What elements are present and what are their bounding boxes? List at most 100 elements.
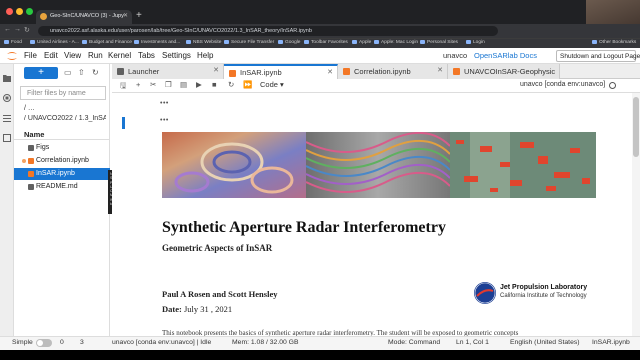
interferogram-image-2 bbox=[306, 132, 450, 198]
tab-unavco-geophysics[interactable]: UNAVCOInSAR-Geophysic bbox=[448, 64, 560, 79]
close-tab-icon[interactable]: ✕ bbox=[327, 68, 333, 76]
upload-icon[interactable]: ⇧ bbox=[78, 68, 85, 77]
spellcheck-language[interactable]: English (United States) bbox=[510, 339, 580, 346]
refresh-icon[interactable]: ↻ bbox=[92, 68, 99, 77]
forward-icon[interactable]: → bbox=[14, 26, 21, 33]
notebook-icon bbox=[28, 158, 34, 164]
run-all-icon[interactable]: ⏩ bbox=[243, 80, 252, 89]
commands-icon[interactable] bbox=[3, 114, 11, 122]
bookmark-item[interactable]: Personal Sites bbox=[420, 40, 458, 45]
kernel-status-icon bbox=[609, 82, 616, 89]
bookmark-item[interactable]: Toolbar Favorites bbox=[304, 40, 348, 45]
notebook-icon bbox=[343, 68, 350, 75]
bookmark-item[interactable]: Apple bbox=[352, 40, 371, 45]
menu-tabs[interactable]: Tabs bbox=[138, 51, 155, 60]
url-text: unavco2022.asf.alaska.edu/user/parosen/l… bbox=[50, 28, 312, 34]
file-name: Figs bbox=[36, 144, 50, 151]
terminals-count[interactable]: 0 bbox=[60, 339, 64, 346]
notebook-icon bbox=[28, 171, 34, 177]
new-folder-icon[interactable]: ▭ bbox=[64, 68, 72, 77]
new-launcher-button[interactable]: + bbox=[24, 67, 58, 79]
file-row-figs[interactable]: Figs bbox=[14, 142, 110, 154]
restart-icon[interactable]: ↻ bbox=[228, 80, 234, 89]
breadcrumb-root[interactable]: / … bbox=[24, 105, 35, 112]
launcher-icon bbox=[117, 68, 124, 75]
server-name: unavco bbox=[443, 51, 468, 60]
tab-label: Correlation.ipynb bbox=[354, 67, 411, 76]
opensarlab-docs-link[interactable]: OpenSARlab Docs bbox=[474, 51, 537, 60]
folder-icon bbox=[28, 145, 34, 151]
menu-run[interactable]: Run bbox=[88, 51, 103, 60]
breadcrumb-path[interactable]: / UNAVCO2022 / 1.3_InSA bbox=[24, 115, 106, 122]
scrollbar-thumb[interactable] bbox=[633, 97, 639, 157]
close-tab-icon[interactable]: ✕ bbox=[213, 66, 219, 74]
browser-tab-title: Geo-SInC/UNAVCO (3) - Jupy bbox=[50, 13, 124, 19]
jpl-subtitle: California Institute of Technology bbox=[500, 293, 587, 299]
name-column-header[interactable]: Name bbox=[14, 128, 110, 140]
copy-icon[interactable]: ❐ bbox=[165, 80, 172, 89]
cursor-position[interactable]: Ln 1, Col 1 bbox=[456, 339, 489, 346]
new-tab-icon[interactable]: + bbox=[136, 10, 142, 22]
cut-icon[interactable]: ✂ bbox=[150, 80, 156, 89]
file-row-correlation[interactable]: Correlation.ipynb bbox=[14, 155, 110, 167]
close-tab-icon[interactable]: ✕ bbox=[437, 66, 443, 74]
shutdown-logout-button[interactable]: Shutdown and Logout Page bbox=[556, 50, 640, 62]
stop-icon[interactable]: ■ bbox=[212, 80, 217, 89]
bookmark-item[interactable]: NBS Website bbox=[186, 40, 221, 45]
run-icon[interactable]: ▶ bbox=[196, 80, 202, 89]
kernel-status[interactable]: unavco [conda env:unavco] | Idle bbox=[112, 339, 211, 346]
bookmark-item[interactable]: Investments and... bbox=[134, 40, 180, 45]
notebook-title: Synthetic Aperture Radar Interferometry bbox=[162, 219, 446, 236]
bookmark-item[interactable]: Budget and Finance bbox=[82, 40, 132, 45]
menu-edit[interactable]: Edit bbox=[44, 51, 58, 60]
running-icon[interactable] bbox=[3, 94, 11, 102]
close-tab-icon[interactable]: ✕ bbox=[123, 12, 128, 19]
bookmark-item[interactable]: Apple: Mac Login bbox=[374, 40, 418, 45]
collapsed-cell[interactable]: ••• bbox=[160, 100, 169, 107]
file-name: README.md bbox=[36, 183, 78, 190]
kernels-count[interactable]: 3 bbox=[80, 339, 84, 346]
running-dot-icon bbox=[22, 159, 26, 163]
simple-mode-label: Simple bbox=[12, 339, 33, 346]
bookmark-item[interactable]: Google bbox=[278, 40, 300, 45]
tab-launcher[interactable]: Launcher ✕ bbox=[112, 64, 224, 79]
back-icon[interactable]: ← bbox=[4, 26, 11, 33]
tabs-icon[interactable] bbox=[3, 134, 11, 142]
file-name: InSAR.ipynb bbox=[36, 170, 75, 177]
menu-kernel[interactable]: Kernel bbox=[108, 51, 131, 60]
file-row-insar[interactable]: InSAR.ipynb bbox=[14, 168, 110, 180]
bookmark-item[interactable]: United Airlines - A... bbox=[30, 40, 79, 45]
bookmark-item[interactable]: Food bbox=[4, 40, 22, 45]
interferogram-image-1 bbox=[162, 132, 306, 198]
bookmark-item[interactable]: Login bbox=[466, 40, 485, 45]
menu-settings[interactable]: Settings bbox=[162, 51, 191, 60]
tab-label: InSAR.ipynb bbox=[240, 68, 282, 77]
date-line: Date: July 31 , 2021 bbox=[162, 304, 233, 314]
left-sidebar-tabs bbox=[0, 64, 14, 336]
bookmark-item[interactable]: Other Bookmarks bbox=[592, 40, 636, 45]
paste-icon[interactable]: ▤ bbox=[180, 80, 187, 89]
tab-insar[interactable]: InSAR.ipynb ✕ bbox=[224, 64, 338, 79]
save-icon[interactable]: 🖫 bbox=[120, 80, 126, 93]
file-row-readme[interactable]: README.md bbox=[14, 181, 110, 193]
bookmark-item[interactable]: Secure File Transfer bbox=[224, 40, 274, 45]
reload-icon[interactable]: ↻ bbox=[24, 26, 30, 34]
minimize-window-icon[interactable] bbox=[16, 8, 23, 15]
menu-file[interactable]: File bbox=[24, 51, 37, 60]
close-window-icon[interactable] bbox=[6, 8, 13, 15]
filter-files-input[interactable]: Filter files by name bbox=[20, 86, 106, 100]
jupyter-logo-icon bbox=[7, 52, 17, 60]
url-field[interactable]: unavco2022.asf.alaska.edu/user/parosen/l… bbox=[38, 26, 498, 36]
cell-type-select[interactable]: Code ▾ bbox=[260, 80, 284, 89]
tab-correlation[interactable]: Correlation.ipynb ✕ bbox=[338, 64, 448, 79]
menu-help[interactable]: Help bbox=[197, 51, 213, 60]
kernel-name[interactable]: unavco [conda env:unavco] bbox=[520, 81, 605, 88]
maximize-window-icon[interactable] bbox=[26, 8, 33, 15]
simple-mode-toggle[interactable] bbox=[36, 339, 52, 347]
browser-tab[interactable]: Geo-SInC/UNAVCO (3) - Jupy ✕ bbox=[36, 10, 132, 24]
insert-cell-icon[interactable]: + bbox=[136, 80, 140, 89]
folder-icon[interactable] bbox=[3, 74, 11, 82]
nasa-logo bbox=[474, 282, 496, 304]
menu-view[interactable]: View bbox=[64, 51, 81, 60]
collapsed-cell[interactable]: ••• bbox=[160, 117, 169, 124]
